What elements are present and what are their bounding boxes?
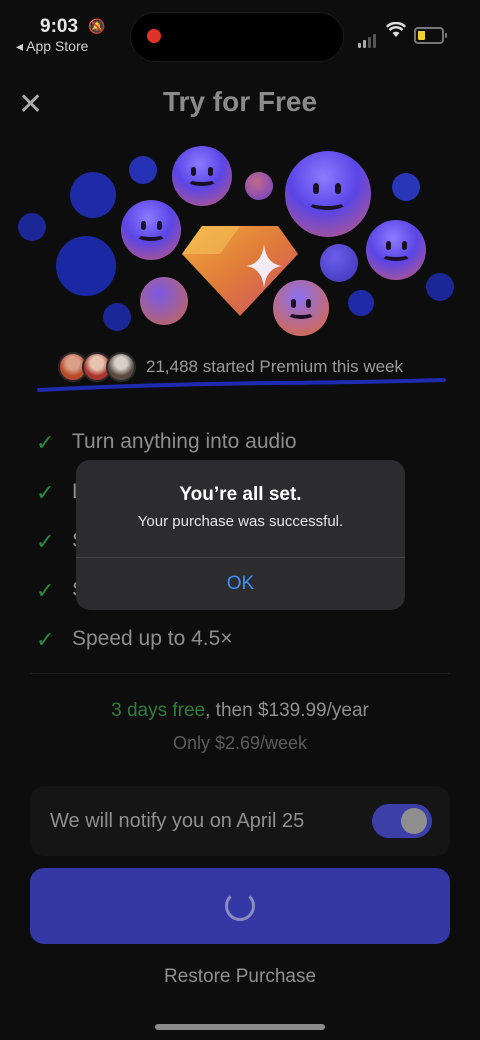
loading-spinner-icon bbox=[225, 891, 255, 921]
paywall-screen: 9:03 🔕 ◂ App Store ✕ Try for Free 21,488… bbox=[0, 0, 480, 1040]
wifi-icon-graphic bbox=[385, 21, 407, 37]
start-trial-button[interactable] bbox=[30, 868, 450, 944]
price-summary: 3 days free, then $139.99/year bbox=[0, 700, 480, 722]
purchase-success-alert: You’re all set. Your purchase was succes… bbox=[76, 460, 405, 610]
page-title: Try for Free bbox=[162, 86, 318, 117]
checkmark-icon: ✓ bbox=[36, 529, 55, 554]
hand-drawn-underline bbox=[37, 378, 446, 392]
restore-purchase-link[interactable]: Restore Purchase bbox=[0, 966, 480, 988]
weekly-price: Only $2.69/week bbox=[172, 733, 308, 753]
alert-message: Your purchase was successful. bbox=[137, 513, 344, 530]
feature-label: Speed up to 4.5× bbox=[72, 627, 233, 650]
cellular-signal-icon bbox=[358, 30, 378, 48]
annual-price: , then $139.99/year bbox=[205, 700, 369, 721]
alert-ok-button[interactable]: OK bbox=[76, 558, 405, 610]
notify-reminder-row: We will notify you on April 25 bbox=[30, 786, 450, 856]
trial-length: 3 days free bbox=[111, 700, 206, 721]
wifi-icon bbox=[385, 21, 407, 43]
feature-label: Turn anything into audio bbox=[72, 430, 297, 453]
home-indicator[interactable] bbox=[155, 1024, 325, 1030]
smiley-face-icon bbox=[366, 220, 426, 280]
notify-toggle[interactable] bbox=[372, 804, 432, 838]
back-to-app-store[interactable]: ◂ App Store bbox=[16, 38, 88, 55]
bell-muted-icon: 🔕 bbox=[88, 18, 106, 34]
recording-indicator-icon bbox=[147, 29, 161, 43]
checkmark-icon: ✓ bbox=[36, 430, 55, 455]
smiley-face-icon bbox=[121, 200, 181, 260]
battery-icon bbox=[414, 27, 447, 44]
social-proof-text: 21,488 started Premium this week bbox=[146, 357, 404, 376]
checkmark-icon: ✓ bbox=[36, 627, 55, 652]
toggle-knob bbox=[401, 808, 427, 834]
dynamic-island bbox=[130, 12, 344, 62]
checkmark-icon: ✓ bbox=[36, 480, 55, 505]
checkmark-icon: ✓ bbox=[36, 578, 55, 603]
notify-label: We will notify you on April 25 bbox=[50, 810, 305, 832]
premium-gem-icon bbox=[182, 226, 298, 316]
alert-title: You’re all set. bbox=[179, 484, 302, 505]
smiley-face-icon bbox=[172, 146, 232, 206]
status-time: 9:03 bbox=[40, 16, 79, 37]
divider bbox=[30, 673, 450, 674]
